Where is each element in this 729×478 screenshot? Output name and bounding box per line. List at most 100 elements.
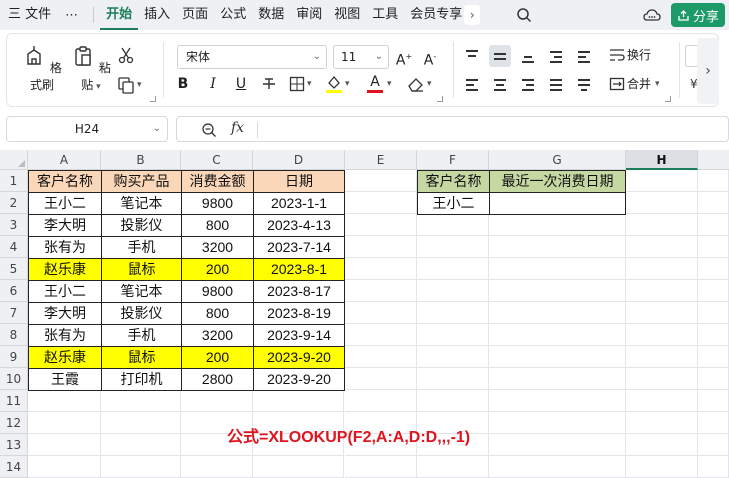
zoom-icon[interactable] <box>201 122 217 138</box>
empty-cell[interactable] <box>253 390 344 412</box>
empty-cell[interactable] <box>698 302 729 324</box>
strikethrough-icon[interactable] <box>261 76 277 92</box>
empty-cell[interactable] <box>345 324 417 346</box>
increase-font-icon[interactable]: A+ <box>395 47 413 69</box>
empty-cell[interactable] <box>101 456 181 478</box>
tab-data[interactable]: 数据 <box>252 0 290 30</box>
empty-cell[interactable] <box>181 390 253 412</box>
table-cell[interactable]: 张有为 <box>28 324 102 347</box>
fill-color-dropdown-icon[interactable]: ▾ <box>345 74 350 94</box>
lookup-header-cell[interactable]: 最近一次消费日期 <box>489 170 626 193</box>
empty-cell[interactable] <box>489 346 626 368</box>
row-header[interactable]: 6 <box>0 280 28 302</box>
align-center-icon[interactable] <box>489 74 511 96</box>
search-icon[interactable] <box>516 7 532 23</box>
table-cell[interactable]: 2023-9-20 <box>253 368 345 391</box>
empty-cell[interactable] <box>345 390 417 412</box>
table-cell[interactable]: 2023-7-14 <box>253 236 345 259</box>
empty-cell[interactable] <box>345 368 417 390</box>
bold-button[interactable]: B <box>175 74 191 94</box>
table-cell[interactable]: 800 <box>181 302 254 325</box>
empty-cell[interactable] <box>489 214 626 236</box>
empty-cell[interactable] <box>345 258 417 280</box>
tab-member[interactable]: 会员专享 <box>404 0 464 30</box>
empty-cell[interactable] <box>698 434 729 456</box>
table-cell[interactable]: 鼠标 <box>101 258 182 281</box>
share-button[interactable]: 分享 <box>671 3 725 27</box>
font-dialog-launcher-icon[interactable] <box>437 96 443 102</box>
empty-cell[interactable] <box>489 258 626 280</box>
empty-cell[interactable] <box>101 434 181 456</box>
merge-dropdown-icon[interactable]: ▾ <box>655 74 660 94</box>
column-header-i[interactable] <box>698 150 729 170</box>
row-header[interactable]: 11 <box>0 390 28 412</box>
empty-cell[interactable] <box>253 456 344 478</box>
underline-button[interactable]: U <box>233 74 249 94</box>
fill-color-icon[interactable] <box>325 74 343 94</box>
empty-cell[interactable] <box>417 346 489 368</box>
column-header-g[interactable]: G <box>489 150 626 170</box>
row-header[interactable]: 5 <box>0 258 28 280</box>
empty-cell[interactable] <box>28 456 101 478</box>
table-header-cell[interactable]: 客户名称 <box>28 170 102 193</box>
row-header[interactable]: 10 <box>0 368 28 390</box>
copy-icon[interactable] <box>117 76 135 94</box>
column-header-e[interactable]: E <box>345 150 417 170</box>
table-cell[interactable]: 2023-9-20 <box>253 346 345 369</box>
font-size-select[interactable]: 11 ⌄ <box>333 45 389 69</box>
empty-cell[interactable] <box>698 324 729 346</box>
tabs-scroll-right-icon[interactable]: › <box>464 5 481 25</box>
empty-cell[interactable] <box>417 390 489 412</box>
empty-cell[interactable] <box>698 390 729 412</box>
empty-cell[interactable] <box>489 324 626 346</box>
empty-cell[interactable] <box>698 412 729 434</box>
align-bottom-icon[interactable] <box>517 45 539 67</box>
table-cell[interactable]: 李大明 <box>28 302 102 325</box>
file-menu[interactable]: 三 文件 <box>0 0 57 30</box>
empty-cell[interactable] <box>417 236 489 258</box>
empty-cell[interactable] <box>345 346 417 368</box>
table-cell[interactable]: 2023-4-13 <box>253 214 345 237</box>
table-cell[interactable]: 张有为 <box>28 236 102 259</box>
font-name-select[interactable]: 宋体 ⌄ <box>177 45 327 69</box>
font-color-dropdown-icon[interactable]: ▾ <box>387 74 392 94</box>
tab-tools[interactable]: 工具 <box>366 0 404 30</box>
empty-cell[interactable] <box>28 412 101 434</box>
font-color-icon[interactable]: A <box>365 74 385 94</box>
clear-format-icon[interactable] <box>407 76 425 92</box>
format-painter-button[interactable]: 格式刷 <box>19 44 65 93</box>
tab-insert[interactable]: 插入 <box>138 0 176 30</box>
empty-cell[interactable] <box>28 390 101 412</box>
empty-cell[interactable] <box>626 302 698 324</box>
lookup-result-cell[interactable] <box>489 192 626 215</box>
lookup-header-cell[interactable]: 客户名称 <box>417 170 490 193</box>
table-cell[interactable]: 800 <box>181 214 254 237</box>
empty-cell[interactable] <box>626 324 698 346</box>
empty-cell[interactable] <box>698 192 729 214</box>
empty-cell[interactable] <box>626 214 698 236</box>
name-box[interactable]: H24 ⌄ <box>6 116 168 142</box>
table-cell[interactable]: 9800 <box>181 192 254 215</box>
table-cell[interactable]: 3200 <box>181 236 254 259</box>
row-header[interactable]: 12 <box>0 412 28 434</box>
empty-cell[interactable] <box>698 456 729 478</box>
paste-button[interactable]: 粘贴 ▾ <box>69 44 113 93</box>
empty-cell[interactable] <box>626 280 698 302</box>
empty-cell[interactable] <box>181 456 253 478</box>
empty-cell[interactable] <box>489 412 626 434</box>
indent-icon[interactable] <box>545 45 567 67</box>
empty-cell[interactable] <box>626 170 698 192</box>
more-menu-button[interactable]: ⋯ <box>57 8 87 23</box>
align-right-icon[interactable] <box>517 74 539 96</box>
table-cell[interactable]: 200 <box>181 258 254 281</box>
empty-cell[interactable] <box>417 368 489 390</box>
column-header-b[interactable]: B <box>101 150 181 170</box>
empty-cell[interactable] <box>698 214 729 236</box>
empty-cell[interactable] <box>626 258 698 280</box>
align-left-icon[interactable] <box>461 74 483 96</box>
copy-dropdown-icon[interactable]: ▾ <box>137 75 142 95</box>
table-cell[interactable]: 2023-8-1 <box>253 258 345 281</box>
table-cell[interactable]: 2023-8-17 <box>253 280 345 303</box>
table-cell[interactable]: 王霞 <box>28 368 102 391</box>
table-cell[interactable]: 9800 <box>181 280 254 303</box>
